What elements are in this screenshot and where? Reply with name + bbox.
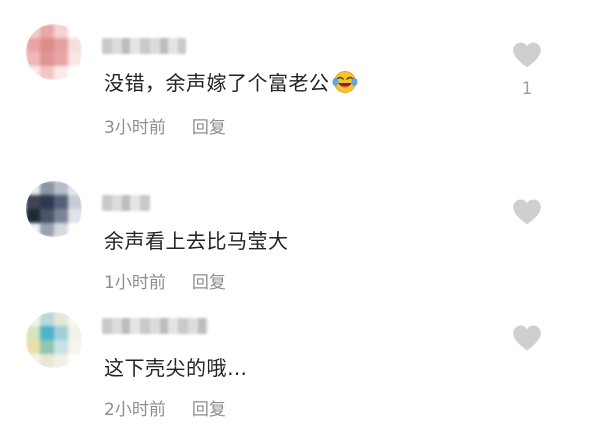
avatar-mosaic-cell <box>26 66 40 80</box>
avatar-mosaic-cell <box>68 24 82 38</box>
reply-button[interactable]: 回复 <box>192 118 226 138</box>
avatar-mosaic-cell <box>26 312 40 326</box>
avatar-mosaic-cell <box>68 223 82 237</box>
avatar-mosaic-cell <box>68 195 82 209</box>
avatar-mosaic-cell <box>40 181 54 195</box>
like-button[interactable] <box>511 198 543 226</box>
username-blurred[interactable] <box>102 318 208 334</box>
comment-text-content: 没错，余声嫁了个富老公 <box>104 71 330 95</box>
avatar-mosaic-cell <box>26 195 40 209</box>
avatar-mosaic-cell <box>26 38 40 52</box>
laughing-crying-emoji-icon <box>332 71 357 93</box>
avatar-mosaic-cell <box>40 326 54 340</box>
avatar-mosaic-cell <box>40 24 54 38</box>
comment-text: 没错，余声嫁了个富老公 <box>104 67 358 96</box>
avatar-mosaic-cell <box>68 66 82 80</box>
avatar-mosaic-cell <box>26 52 40 66</box>
like-button[interactable] <box>511 324 543 352</box>
avatar-mosaic-cell <box>26 24 40 38</box>
avatar-mosaic-cell <box>54 195 68 209</box>
avatar-image <box>26 24 82 80</box>
avatar-mosaic-cell <box>26 354 40 368</box>
username-blurred[interactable] <box>102 195 150 211</box>
avatar-mosaic-cell <box>68 52 82 66</box>
avatar-mosaic-cell <box>68 354 82 368</box>
avatar-mosaic-cell <box>54 312 68 326</box>
avatar-mosaic-cell <box>40 354 54 368</box>
avatar-mosaic-cell <box>40 195 54 209</box>
avatar-mosaic-cell <box>26 223 40 237</box>
avatar-mosaic-cell <box>68 326 82 340</box>
avatar-mosaic-cell <box>40 312 54 326</box>
comment-time: 1小时前 <box>104 273 166 293</box>
comment-meta: 2小时前 回复 <box>104 395 226 420</box>
reply-button[interactable]: 回复 <box>192 400 226 420</box>
avatar-mosaic-cell <box>68 312 82 326</box>
comment-text-content: 余声看上去比马莹大 <box>104 229 289 253</box>
like-count: 1 <box>521 79 533 99</box>
avatar[interactable] <box>26 181 82 237</box>
heart-icon <box>513 325 541 351</box>
like-button[interactable]: 1 <box>511 41 543 99</box>
username-blurred[interactable] <box>102 38 186 54</box>
heart-icon <box>513 199 541 225</box>
avatar-mosaic-cell <box>54 38 68 52</box>
avatar-mosaic-cell <box>26 326 40 340</box>
avatar-mosaic-cell <box>40 340 54 354</box>
avatar-mosaic-cell <box>26 181 40 195</box>
avatar-mosaic-cell <box>54 354 68 368</box>
avatar[interactable] <box>26 24 82 80</box>
avatar-mosaic-cell <box>68 340 82 354</box>
avatar-mosaic-cell <box>68 181 82 195</box>
avatar-image <box>26 312 82 368</box>
comment-meta: 1小时前 回复 <box>104 268 226 293</box>
avatar-mosaic-cell <box>40 52 54 66</box>
comment-text: 这下壳尖的哦… <box>104 352 248 381</box>
avatar-mosaic-cell <box>40 38 54 52</box>
avatar-mosaic-cell <box>54 209 68 223</box>
avatar[interactable] <box>26 312 82 368</box>
comment-time: 3小时前 <box>104 118 166 138</box>
comment-time: 2小时前 <box>104 400 166 420</box>
avatar-mosaic-cell <box>54 340 68 354</box>
avatar-mosaic-cell <box>40 209 54 223</box>
avatar-mosaic-cell <box>54 223 68 237</box>
avatar-mosaic-cell <box>68 38 82 52</box>
avatar-mosaic-cell <box>54 24 68 38</box>
avatar-mosaic-cell <box>54 181 68 195</box>
avatar-mosaic-cell <box>40 66 54 80</box>
comment-meta: 3小时前 回复 <box>104 113 226 138</box>
avatar-mosaic-cell <box>26 209 40 223</box>
avatar-mosaic-cell <box>40 223 54 237</box>
avatar-image <box>26 181 82 237</box>
avatar-mosaic-cell <box>54 52 68 66</box>
avatar-mosaic-cell <box>54 326 68 340</box>
avatar-mosaic-cell <box>54 66 68 80</box>
comment-text: 余声看上去比马莹大 <box>104 225 289 254</box>
heart-icon <box>513 42 541 68</box>
avatar-mosaic-cell <box>26 340 40 354</box>
comment-text-content: 这下壳尖的哦… <box>104 356 248 380</box>
reply-button[interactable]: 回复 <box>192 273 226 293</box>
avatar-mosaic-cell <box>68 209 82 223</box>
